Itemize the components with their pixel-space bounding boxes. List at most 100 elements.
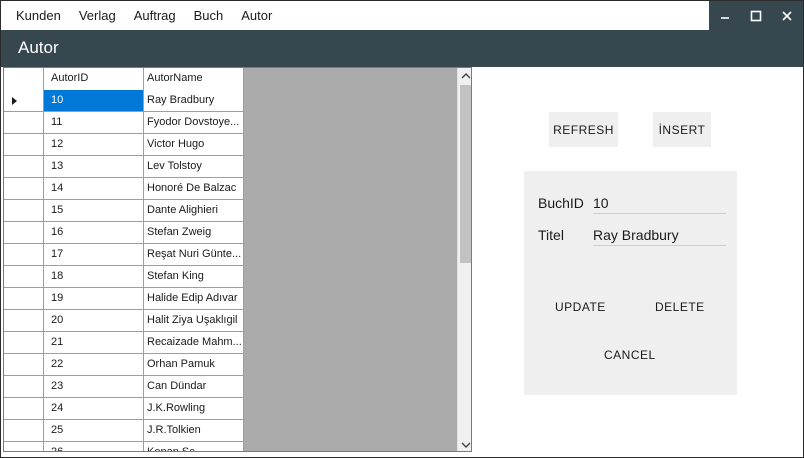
cell-autorname[interactable]: Halide Edip Adıvar xyxy=(144,288,244,310)
cell-autorname[interactable]: Reşat Nuri Günte... xyxy=(144,244,244,266)
row-header[interactable] xyxy=(4,90,44,112)
window-controls xyxy=(709,1,803,30)
scrollbar-thumb[interactable] xyxy=(460,85,471,263)
table-row[interactable]: 15 Dante Alighieri xyxy=(4,200,244,222)
chevron-up-icon xyxy=(461,73,471,79)
row-header[interactable] xyxy=(4,310,44,332)
cell-autorname[interactable]: Fyodor Dovstoye... xyxy=(144,112,244,134)
row-header[interactable] xyxy=(4,112,44,134)
row-header[interactable] xyxy=(4,178,44,200)
maximize-button[interactable] xyxy=(742,1,770,30)
cell-autorname[interactable]: Ray Bradbury xyxy=(144,90,244,112)
menu-item-buch[interactable]: Buch xyxy=(185,1,233,30)
menu-item-autor[interactable]: Autor xyxy=(232,1,281,30)
grid-body: AutorID AutorName 10 Ray Bradbury 11 Fyodor… xyxy=(4,68,244,451)
cell-autorname[interactable]: Victor Hugo xyxy=(144,134,244,156)
table-row[interactable]: 12 Victor Hugo xyxy=(4,134,244,156)
close-button[interactable] xyxy=(773,1,801,30)
table-row[interactable]: 23 Can Dündar xyxy=(4,376,244,398)
cell-autorid[interactable]: 20 xyxy=(44,310,144,332)
current-row-indicator-icon xyxy=(12,97,17,105)
table-row[interactable]: 16 Stefan Zweig xyxy=(4,222,244,244)
menu-item-kunden[interactable]: Kunden xyxy=(7,1,70,30)
menu-item-verlag[interactable]: Verlag xyxy=(70,1,125,30)
table-row[interactable]: 25 J.R.Tolkien xyxy=(4,420,244,442)
insert-button[interactable]: İNSERT xyxy=(653,112,711,147)
table-row[interactable]: 20 Halit Ziya Uşaklıgil xyxy=(4,310,244,332)
table-row[interactable]: 19 Halide Edip Adıvar xyxy=(4,288,244,310)
row-header[interactable] xyxy=(4,266,44,288)
table-row[interactable]: 26 Kenan Sc... xyxy=(4,442,244,451)
table-row[interactable]: 21 Recaizade Mahm... xyxy=(4,332,244,354)
update-button[interactable]: UPDATE xyxy=(555,300,606,314)
cell-autorid[interactable]: 24 xyxy=(44,398,144,420)
row-header[interactable] xyxy=(4,134,44,156)
row-header[interactable] xyxy=(4,420,44,442)
row-header[interactable] xyxy=(4,222,44,244)
vertical-scrollbar[interactable] xyxy=(457,68,471,451)
scroll-down-button[interactable] xyxy=(458,437,471,451)
cell-autorid[interactable]: 23 xyxy=(44,376,144,398)
scroll-up-button[interactable] xyxy=(458,68,471,84)
table-row[interactable]: 10 Ray Bradbury xyxy=(4,90,244,112)
cell-autorid[interactable]: 10 xyxy=(44,90,144,112)
cell-autorname[interactable]: Honoré De Balzac xyxy=(144,178,244,200)
table-row[interactable]: 17 Reşat Nuri Günte... xyxy=(4,244,244,266)
cell-autorname[interactable]: Kenan Sc... xyxy=(144,442,244,451)
cell-autorid[interactable]: 14 xyxy=(44,178,144,200)
column-header-autorname[interactable]: AutorName xyxy=(144,68,244,90)
table-row[interactable]: 22 Orhan Pamuk xyxy=(4,354,244,376)
cell-autorname[interactable]: Lev Tolstoy xyxy=(144,156,244,178)
row-header[interactable] xyxy=(4,442,44,451)
table-row[interactable]: 11 Fyodor Dovstoye... xyxy=(4,112,244,134)
delete-button[interactable]: DELETE xyxy=(655,300,705,314)
cell-autorname[interactable]: Stefan King xyxy=(144,266,244,288)
row-header[interactable] xyxy=(4,200,44,222)
cell-autorname[interactable]: Can Dündar xyxy=(144,376,244,398)
main-menu: Kunden Verlag Auftrag Buch Autor xyxy=(7,1,281,30)
table-row[interactable]: 18 Stefan King xyxy=(4,266,244,288)
cell-autorid[interactable]: 17 xyxy=(44,244,144,266)
cell-autorid[interactable]: 19 xyxy=(44,288,144,310)
cell-autorid[interactable]: 11 xyxy=(44,112,144,134)
cell-autorid[interactable]: 25 xyxy=(44,420,144,442)
cell-autorid[interactable]: 13 xyxy=(44,156,144,178)
menu-bar: Kunden Verlag Auftrag Buch Autor xyxy=(1,1,803,30)
cell-autorid[interactable]: 21 xyxy=(44,332,144,354)
cell-autorid[interactable]: 22 xyxy=(44,354,144,376)
cell-autorname[interactable]: J.R.Tolkien xyxy=(144,420,244,442)
cell-autorid[interactable]: 15 xyxy=(44,200,144,222)
row-header[interactable] xyxy=(4,332,44,354)
row-header[interactable] xyxy=(4,376,44,398)
table-row[interactable]: 24 J.K.Rowling xyxy=(4,398,244,420)
author-data-grid[interactable]: AutorID AutorName 10 Ray Bradbury 11 Fyodor… xyxy=(3,67,472,452)
column-header-autorid[interactable]: AutorID xyxy=(44,68,144,90)
buchid-label: BuchID xyxy=(538,195,584,211)
buchid-field[interactable] xyxy=(593,192,726,214)
row-header[interactable] xyxy=(4,354,44,376)
cell-autorname[interactable]: Recaizade Mahm... xyxy=(144,332,244,354)
cell-autorname[interactable]: Orhan Pamuk xyxy=(144,354,244,376)
cell-autorid[interactable]: 16 xyxy=(44,222,144,244)
menu-item-auftrag[interactable]: Auftrag xyxy=(125,1,185,30)
row-header[interactable] xyxy=(4,156,44,178)
cell-autorname[interactable]: Stefan Zweig xyxy=(144,222,244,244)
titel-label: Titel xyxy=(538,227,564,243)
cell-autorname[interactable]: Dante Alighieri xyxy=(144,200,244,222)
cancel-button[interactable]: CANCEL xyxy=(604,348,656,362)
row-header[interactable] xyxy=(4,288,44,310)
cell-autorid[interactable]: 26 xyxy=(44,442,144,451)
cell-autorname[interactable]: Halit Ziya Uşaklıgil xyxy=(144,310,244,332)
refresh-button[interactable]: REFRESH xyxy=(549,112,618,147)
app-window: Kunden Verlag Auftrag Buch Autor Autor A… xyxy=(0,0,804,458)
titel-field[interactable] xyxy=(593,224,726,246)
cell-autorid[interactable]: 12 xyxy=(44,134,144,156)
row-header[interactable] xyxy=(4,244,44,266)
cell-autorid[interactable]: 18 xyxy=(44,266,144,288)
row-header[interactable] xyxy=(4,398,44,420)
cell-autorname[interactable]: J.K.Rowling xyxy=(144,398,244,420)
minimize-button[interactable] xyxy=(711,1,739,30)
table-row[interactable]: 14 Honoré De Balzac xyxy=(4,178,244,200)
table-row[interactable]: 13 Lev Tolstoy xyxy=(4,156,244,178)
page-title: Autor xyxy=(18,38,59,57)
